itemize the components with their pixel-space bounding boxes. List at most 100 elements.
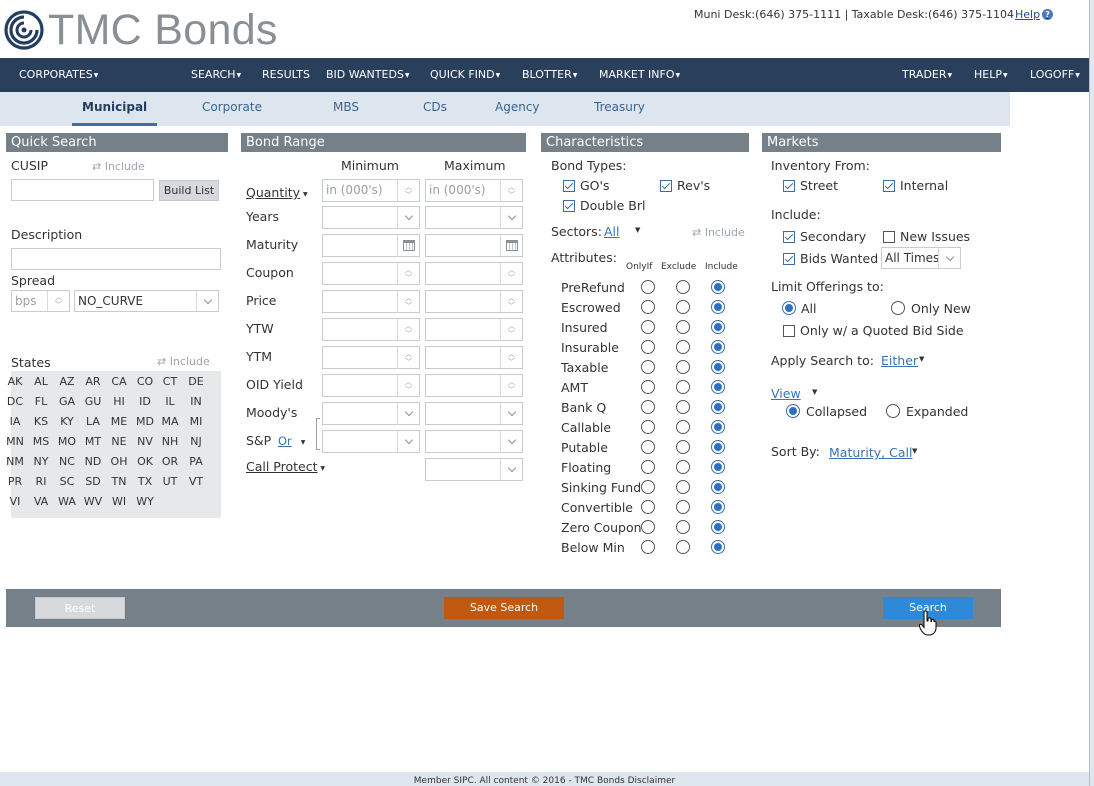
- apply-search-dropdown[interactable]: Either: [881, 353, 918, 368]
- tab-agency[interactable]: Agency: [495, 92, 540, 126]
- reset-button[interactable]: Reset: [35, 597, 125, 619]
- state-ks[interactable]: KS: [28, 415, 54, 428]
- tab-cds[interactable]: CDs: [423, 92, 447, 126]
- quantity-max-stepper[interactable]: in (000's) ︿ ﹀: [425, 179, 523, 202]
- attribute-exclude-radio[interactable]: [676, 460, 690, 474]
- stepper-arrows-icon[interactable]: ︿ ﹀: [397, 375, 419, 396]
- attribute-include-radio[interactable]: [711, 500, 725, 514]
- state-ri[interactable]: RI: [28, 475, 54, 488]
- calendar-icon[interactable]: [397, 235, 419, 256]
- attribute-onlyif-radio[interactable]: [641, 320, 655, 334]
- attribute-exclude-radio[interactable]: [676, 360, 690, 374]
- state-mn[interactable]: MN: [2, 435, 28, 448]
- attribute-onlyif-radio[interactable]: [641, 520, 655, 534]
- state-va[interactable]: VA: [28, 495, 54, 508]
- coupon-max-stepper[interactable]: ︿ ﹀: [425, 262, 523, 285]
- sp-max-select[interactable]: [425, 430, 523, 453]
- state-or[interactable]: OR: [157, 455, 183, 468]
- attribute-onlyif-radio[interactable]: [641, 300, 655, 314]
- attribute-include-radio[interactable]: [711, 300, 725, 314]
- cusip-input[interactable]: [11, 179, 154, 201]
- maturity-max-date[interactable]: [425, 234, 523, 257]
- build-list-button[interactable]: Build List: [159, 180, 219, 201]
- view-dropdown[interactable]: View: [771, 386, 801, 401]
- attribute-onlyif-radio[interactable]: [641, 500, 655, 514]
- attribute-exclude-radio[interactable]: [676, 400, 690, 414]
- attribute-include-radio[interactable]: [711, 360, 725, 374]
- attribute-exclude-radio[interactable]: [676, 380, 690, 394]
- state-mi[interactable]: MI: [183, 415, 209, 428]
- state-il[interactable]: IL: [157, 395, 183, 408]
- ytm-min-stepper[interactable]: ︿ ﹀: [322, 346, 420, 369]
- state-ca[interactable]: CA: [106, 375, 132, 388]
- cusip-include-toggle[interactable]: ⇄ Include: [92, 160, 145, 173]
- attribute-exclude-radio[interactable]: [676, 420, 690, 434]
- stepper-arrows-icon[interactable]: ︿ ﹀: [500, 347, 522, 368]
- nav-trader[interactable]: TRADER▼: [902, 58, 952, 92]
- bids-wanted-time-select[interactable]: All Times: [881, 247, 961, 269]
- state-hi[interactable]: HI: [106, 395, 132, 408]
- street-checkbox[interactable]: Street: [783, 178, 838, 193]
- sp-min-select[interactable]: [322, 430, 420, 453]
- attribute-include-radio[interactable]: [711, 340, 725, 354]
- bond-type-revs-checkbox[interactable]: Rev's: [660, 178, 710, 193]
- state-wv[interactable]: WV: [80, 495, 106, 508]
- state-tn[interactable]: TN: [106, 475, 132, 488]
- state-sd[interactable]: SD: [80, 475, 106, 488]
- attribute-include-radio[interactable]: [711, 480, 725, 494]
- state-nd[interactable]: ND: [80, 455, 106, 468]
- state-az[interactable]: AZ: [54, 375, 80, 388]
- description-input[interactable]: [11, 248, 221, 270]
- sectors-dropdown[interactable]: All: [604, 224, 620, 239]
- stepper-arrows-icon[interactable]: ︿ ﹀: [500, 180, 522, 201]
- state-ar[interactable]: AR: [80, 375, 106, 388]
- state-nc[interactable]: NC: [54, 455, 80, 468]
- stepper-arrows-icon[interactable]: ︿ ﹀: [500, 291, 522, 312]
- attribute-include-radio[interactable]: [711, 540, 725, 554]
- state-al[interactable]: AL: [28, 375, 54, 388]
- attribute-exclude-radio[interactable]: [676, 320, 690, 334]
- state-co[interactable]: CO: [132, 375, 158, 388]
- nav-market-info[interactable]: MARKET INFO▼: [599, 58, 680, 92]
- attribute-exclude-radio[interactable]: [676, 300, 690, 314]
- attribute-include-radio[interactable]: [711, 420, 725, 434]
- years-min-select[interactable]: [322, 206, 420, 229]
- ytw-max-stepper[interactable]: ︿ ﹀: [425, 318, 523, 341]
- attribute-onlyif-radio[interactable]: [641, 480, 655, 494]
- states-include-toggle[interactable]: ⇄ Include: [157, 355, 210, 368]
- new-issues-checkbox[interactable]: New Issues: [883, 229, 970, 244]
- state-id[interactable]: ID: [132, 395, 158, 408]
- state-ky[interactable]: KY: [54, 415, 80, 428]
- attribute-onlyif-radio[interactable]: [641, 400, 655, 414]
- attribute-exclude-radio[interactable]: [676, 540, 690, 554]
- quantity-min-stepper[interactable]: in (000's) ︿ ﹀: [322, 179, 420, 202]
- nav-search[interactable]: SEARCH▼: [191, 58, 241, 92]
- attribute-onlyif-radio[interactable]: [641, 440, 655, 454]
- call-protect-select[interactable]: [425, 458, 523, 481]
- state-la[interactable]: LA: [80, 415, 106, 428]
- attribute-onlyif-radio[interactable]: [641, 460, 655, 474]
- attribute-onlyif-radio[interactable]: [641, 540, 655, 554]
- quoted-bid-checkbox[interactable]: Only w/ a Quoted Bid Side: [783, 323, 964, 338]
- attribute-include-radio[interactable]: [711, 280, 725, 294]
- attribute-exclude-radio[interactable]: [676, 440, 690, 454]
- attribute-exclude-radio[interactable]: [676, 340, 690, 354]
- state-md[interactable]: MD: [132, 415, 158, 428]
- state-nh[interactable]: NH: [157, 435, 183, 448]
- nav-bid-wanteds[interactable]: BID WANTEDS▼: [326, 58, 410, 92]
- state-nm[interactable]: NM: [2, 455, 28, 468]
- state-wy[interactable]: WY: [132, 495, 158, 508]
- stepper-arrows-icon[interactable]: ︿ ﹀: [47, 291, 69, 311]
- state-vi[interactable]: VI: [2, 495, 28, 508]
- bond-type-gos-checkbox[interactable]: GO's: [563, 178, 609, 193]
- tab-mbs[interactable]: MBS: [333, 92, 359, 126]
- state-ia[interactable]: IA: [2, 415, 28, 428]
- attribute-include-radio[interactable]: [711, 380, 725, 394]
- limit-only-new-radio[interactable]: [891, 301, 905, 315]
- stepper-arrows-icon[interactable]: ︿ ﹀: [500, 375, 522, 396]
- attribute-exclude-radio[interactable]: [676, 280, 690, 294]
- stepper-arrows-icon[interactable]: ︿ ﹀: [397, 291, 419, 312]
- state-wi[interactable]: WI: [106, 495, 132, 508]
- stepper-arrows-icon[interactable]: ︿ ﹀: [397, 180, 419, 201]
- curve-select[interactable]: NO_CURVE: [74, 290, 219, 312]
